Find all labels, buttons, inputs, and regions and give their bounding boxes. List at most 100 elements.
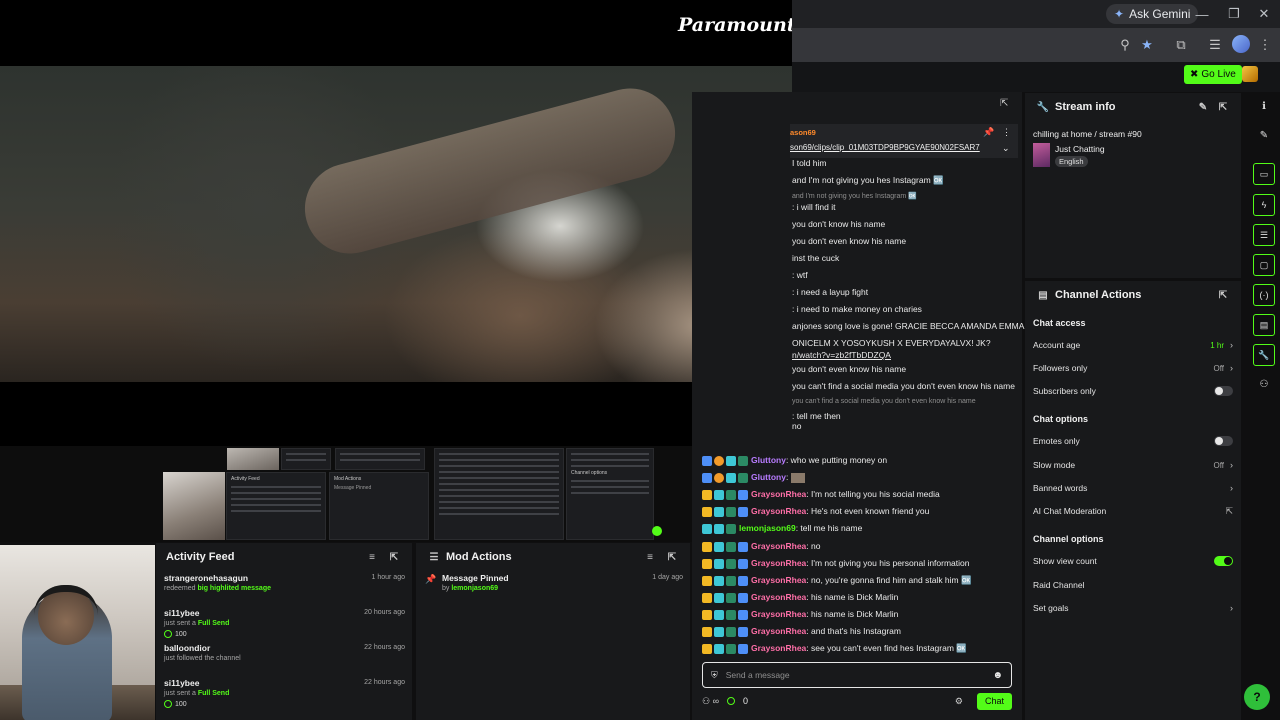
- rail-video-icon[interactable]: ▭: [1253, 163, 1275, 185]
- popout-icon[interactable]: ⇱: [1215, 290, 1231, 301]
- activity-feed-item[interactable]: si11ybee 20 hours ago just sent a Full Sen…: [156, 606, 412, 641]
- chat-input[interactable]: ⛨ Send a message ☻: [702, 662, 1012, 688]
- edit-icon[interactable]: ✎: [1195, 102, 1211, 113]
- more-menu-icon[interactable]: ⋮: [1254, 34, 1276, 56]
- chat-message[interactable]: GraysonRhea: no: [702, 541, 820, 552]
- activity-feed-item[interactable]: balloondior 22 hours ago just followed the…: [156, 641, 412, 676]
- emotes-only-toggle[interactable]: [1214, 436, 1233, 446]
- channel-actions-header: ▤ Channel Actions ⇱: [1025, 281, 1241, 309]
- popout-icon[interactable]: ⇱: [1215, 102, 1231, 113]
- pinned-more-icon[interactable]: ⋮: [1002, 127, 1011, 138]
- rail-list-icon[interactable]: ☰: [1253, 224, 1275, 246]
- activity-time: 22 hours ago: [364, 644, 405, 651]
- account-age-value: 1 hr: [1210, 340, 1224, 350]
- chat-message[interactable]: GraysonRhea: see you can't even find hes…: [702, 643, 967, 654]
- chat-message[interactable]: GraysonRhea: I'm not giving you his pers…: [702, 558, 970, 569]
- emoji-icon[interactable]: ☻: [992, 670, 1003, 681]
- chat-badges: [702, 626, 748, 637]
- ai-moderation-row[interactable]: AI Chat Moderation ⇱: [1025, 503, 1241, 519]
- preview-webcam-small: [227, 448, 279, 470]
- external-link-icon: ⇱: [1225, 505, 1233, 516]
- chat-send-button[interactable]: Chat: [976, 692, 1012, 710]
- chat-tools-icon[interactable]: ⚇ ∞: [702, 696, 719, 707]
- rail-server-icon[interactable]: ▤: [1253, 314, 1275, 336]
- subscribers-only-toggle[interactable]: [1214, 386, 1233, 396]
- chat-message[interactable]: GraysonRhea: He's not even known friend …: [702, 506, 929, 517]
- stream-category[interactable]: Just Chatting: [1055, 144, 1105, 154]
- zoom-icon[interactable]: ⚲: [1114, 34, 1136, 56]
- chat-username[interactable]: GraysonRhea: [751, 489, 806, 499]
- restore-button[interactable]: ❐: [1224, 4, 1244, 24]
- chat-options-heading: Chat options: [1033, 414, 1088, 424]
- pin-icon[interactable]: 📌: [983, 127, 994, 138]
- rail-apps-icon[interactable]: ⚇: [1253, 373, 1275, 395]
- extensions-icon[interactable]: ⧉: [1170, 34, 1192, 56]
- pinned-link[interactable]: son69/clips/clip_01M03TDP9BP9GYAE90N02FS…: [790, 143, 980, 152]
- chat-username[interactable]: GraysonRhea: [751, 506, 806, 516]
- profile-avatar[interactable]: [1232, 35, 1250, 53]
- chat-username[interactable]: Gluttony: [751, 455, 786, 465]
- rail-wrench-icon[interactable]: 🔧: [1253, 344, 1275, 366]
- go-live-button[interactable]: ✖ Go Live: [1184, 65, 1242, 84]
- user-badge-icon: [726, 541, 736, 552]
- user-avatar[interactable]: [1242, 66, 1258, 82]
- chat-message[interactable]: GraysonRhea: his name is Dick Marlin: [702, 592, 898, 603]
- help-chat-icon[interactable]: ?: [1244, 684, 1270, 710]
- banned-words-row[interactable]: Banned words ›: [1025, 480, 1241, 496]
- activity-feed-item[interactable]: strangeronehasagun 1 hour ago redeemed big…: [156, 571, 412, 606]
- chat-message-fragment: : i need to make money on charies: [792, 304, 922, 314]
- mod-action-item[interactable]: 📌 Message Pinned 1 day ago by lemonjason69: [416, 571, 690, 606]
- filter-icon[interactable]: ≡: [364, 552, 380, 563]
- pinned-expand-icon[interactable]: ⌄: [1002, 143, 1010, 154]
- followers-only-row[interactable]: Followers only Off ›: [1025, 360, 1241, 376]
- chat-message[interactable]: GraysonRhea: his name is Dick Marlin: [702, 609, 898, 620]
- chat-message-fragment: I told him: [792, 158, 827, 168]
- chat-settings-icon[interactable]: ⚙: [955, 696, 963, 707]
- chat-username[interactable]: GraysonRhea: [751, 575, 806, 585]
- rail-broadcast-icon[interactable]: (·): [1253, 284, 1275, 306]
- chat-username[interactable]: GraysonRhea: [751, 643, 806, 653]
- reading-list-icon[interactable]: ☰: [1204, 34, 1226, 56]
- chat-message[interactable]: Gluttony:: [702, 472, 805, 483]
- chat-message[interactable]: GraysonRhea: and that's his Instagram: [702, 626, 901, 637]
- popout-icon[interactable]: ⇱: [664, 552, 680, 563]
- edit-layout-icon[interactable]: ✎: [1253, 124, 1275, 146]
- chat-message[interactable]: lemonjason69: tell me his name: [702, 523, 862, 534]
- set-goals-row[interactable]: Set goals ›: [1025, 600, 1241, 616]
- activity-time: 20 hours ago: [364, 609, 405, 616]
- chat-popout-icon[interactable]: ⇱: [1000, 98, 1008, 109]
- pinned-message[interactable]: ason69 son69/clips/clip_01M03TDP9BP9GYAE…: [790, 124, 1018, 158]
- account-age-row[interactable]: Account age 1 hr ›: [1025, 337, 1241, 353]
- popout-icon[interactable]: ⇱: [386, 552, 402, 563]
- activity-user[interactable]: strangeronehasagun: [164, 573, 404, 583]
- chat-message[interactable]: GraysonRhea: no, you're gonna find him a…: [702, 575, 972, 586]
- chat-username[interactable]: Gluttony: [751, 472, 786, 482]
- rail-lightning-icon[interactable]: ϟ: [1253, 194, 1275, 216]
- close-window-button[interactable]: ✕: [1254, 4, 1274, 24]
- slow-mode-row[interactable]: Slow mode Off ›: [1025, 457, 1241, 473]
- show-view-count-toggle[interactable]: [1214, 556, 1233, 566]
- mod-action-user[interactable]: lemonjason69: [451, 585, 498, 592]
- raid-channel-row[interactable]: Raid Channel: [1025, 577, 1241, 593]
- chat-message-fragment: : wtf: [792, 270, 808, 280]
- chat-username[interactable]: GraysonRhea: [751, 609, 806, 619]
- points-value: 0: [743, 696, 749, 706]
- chat-footer: ⚇ ∞ 0 ⚙ Chat: [702, 692, 1012, 710]
- activity-feed-item[interactable]: si11ybee 22 hours ago just sent a Full Sen…: [156, 676, 412, 711]
- filter-icon[interactable]: ≡: [642, 552, 658, 563]
- info-icon[interactable]: ℹ: [1253, 95, 1275, 117]
- bookmark-star-icon[interactable]: ★: [1136, 34, 1158, 56]
- chat-badges: [702, 472, 748, 483]
- chat-username[interactable]: GraysonRhea: [751, 558, 806, 568]
- chat-username[interactable]: GraysonRhea: [751, 541, 806, 551]
- chat-username[interactable]: GraysonRhea: [751, 626, 806, 636]
- ask-gemini-button[interactable]: ✦ Ask Gemini: [1106, 4, 1199, 24]
- rail-chat-icon[interactable]: ▢: [1253, 254, 1275, 276]
- chat-username[interactable]: lemonjason69: [739, 523, 796, 533]
- user-badge-icon: [726, 609, 736, 620]
- chat-badges: [702, 506, 748, 517]
- chat-message[interactable]: GraysonRhea: I'm not telling you his soc…: [702, 489, 940, 500]
- chat-username[interactable]: GraysonRhea: [751, 592, 806, 602]
- minimize-button[interactable]: —: [1192, 4, 1212, 24]
- chat-message[interactable]: Gluttony: who we putting money on: [702, 455, 887, 466]
